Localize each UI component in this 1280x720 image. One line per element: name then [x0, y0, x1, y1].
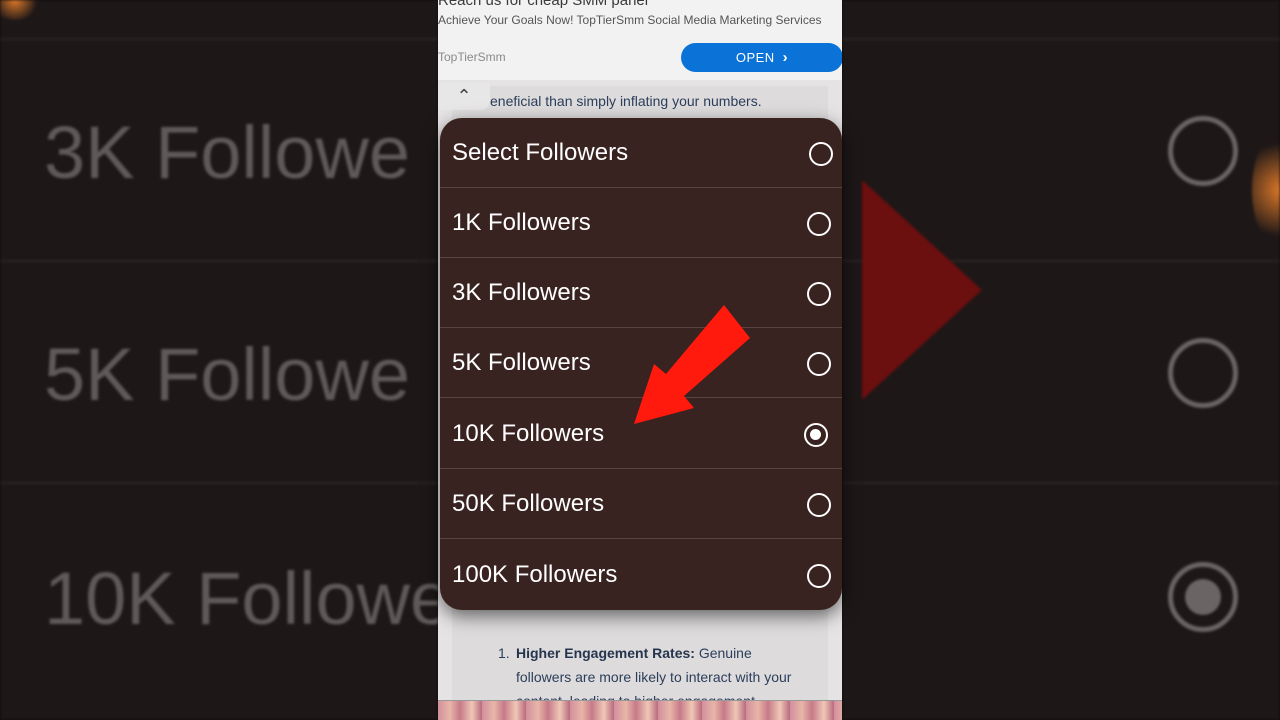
background-label: 3K Followe — [44, 111, 411, 194]
background-row: 3K Followe — [0, 38, 438, 260]
option-label: 100K Followers — [452, 561, 618, 588]
dropdown-option[interactable]: Select Followers — [440, 118, 842, 188]
thumbnail-strip — [438, 700, 842, 720]
background-row: 10K Followe — [0, 482, 438, 704]
background-radio-selected-icon — [1168, 562, 1238, 632]
radio-icon[interactable] — [807, 352, 831, 376]
radio-icon[interactable] — [807, 282, 831, 306]
background-label: 10K Followe — [44, 557, 438, 640]
chevron-up-icon: ⌃ — [456, 85, 472, 106]
option-label: 1K Followers — [452, 209, 591, 236]
option-label: 50K Followers — [452, 490, 605, 517]
list-item-number: 1. — [498, 645, 510, 661]
radio-icon[interactable] — [807, 212, 831, 236]
radio-icon[interactable] — [807, 564, 831, 588]
background-radio-icon — [1168, 338, 1238, 408]
background-arrow-shape — [862, 180, 982, 400]
option-label: 10K Followers — [452, 420, 605, 447]
open-button[interactable]: OPEN › — [681, 43, 842, 72]
list-item-title: Higher Engagement Rates — [516, 645, 691, 661]
background-left-panel: 3K Followe 5K Followe 10K Followe — [0, 0, 438, 720]
option-label: Select Followers — [452, 139, 629, 166]
background-orange-glow — [0, 0, 40, 20]
dropdown-option[interactable]: 50K Followers — [440, 469, 842, 539]
background-label: 5K Followe — [44, 333, 411, 416]
article-snippet: eneficial than simply inflating your num… — [490, 93, 762, 109]
red-arrow-icon — [634, 305, 750, 424]
chevron-right-icon: › — [782, 49, 789, 66]
background-right-panel — [842, 0, 1280, 720]
radio-icon[interactable] — [809, 142, 833, 166]
option-label: 3K Followers — [452, 279, 591, 306]
dropdown-option[interactable]: 100K Followers — [440, 540, 842, 610]
ad-banner[interactable]: Reach us for cheap SMM panel Achieve You… — [438, 0, 842, 80]
radio-selected-icon[interactable] — [804, 423, 828, 447]
ad-brand: TopTierSmm — [438, 50, 506, 64]
open-button-label: OPEN — [735, 50, 775, 65]
dropdown-option[interactable]: 1K Followers — [440, 188, 842, 258]
collapse-button[interactable]: ⌃ — [438, 82, 490, 110]
background-row — [842, 482, 1280, 704]
background-row: 5K Followe — [0, 260, 438, 482]
background-radio-icon — [1168, 116, 1238, 186]
option-label: 5K Followers — [452, 349, 591, 376]
ad-description: Achieve Your Goals Now! TopTierSmm Socia… — [438, 13, 822, 27]
radio-icon[interactable] — [807, 493, 831, 517]
ad-title: Reach us for cheap SMM panel — [438, 0, 649, 9]
